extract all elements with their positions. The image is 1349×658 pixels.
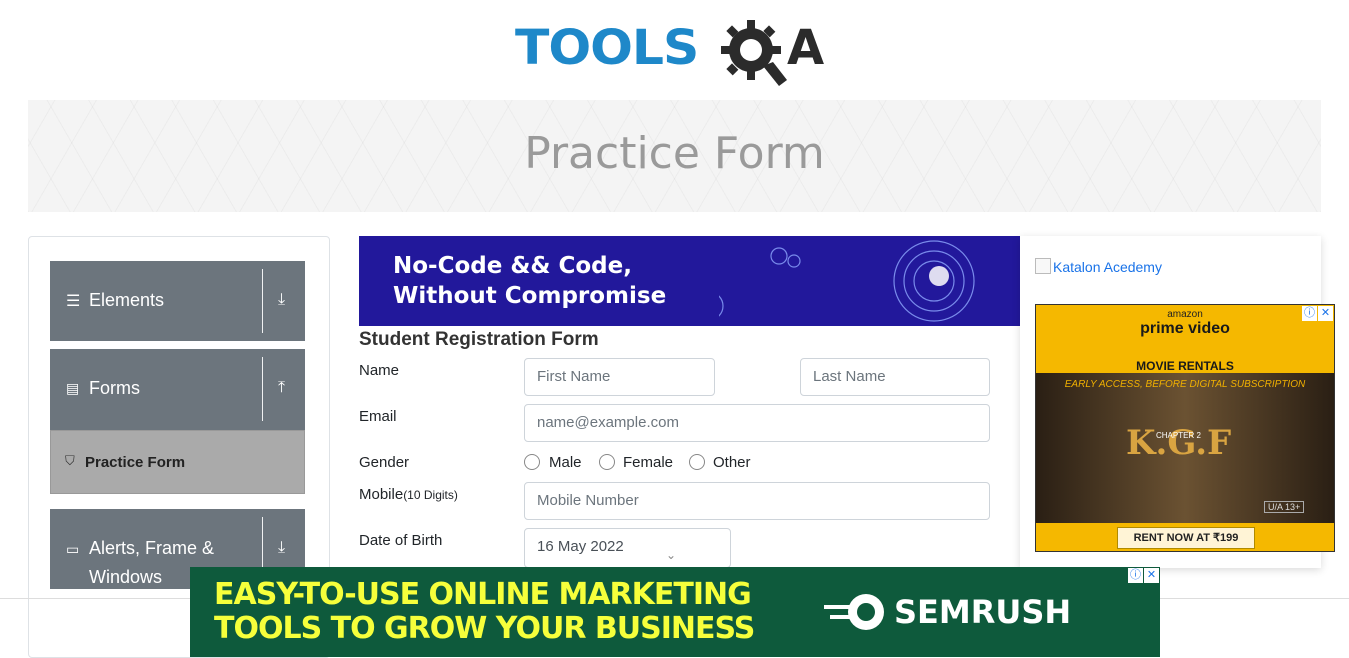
download-arrow-icon[interactable]: ⤓ — [278, 291, 285, 309]
movie-poster: EARLY ACCESS, BEFORE DIGITAL SUBSCRIPTIO… — [1036, 373, 1334, 523]
first-name-input[interactable]: First Name — [524, 358, 715, 396]
ad-close-icon[interactable]: ✕ — [1318, 306, 1333, 321]
page-header-banner: Practice Form — [28, 100, 1321, 212]
prime-video-text: prime video — [1140, 320, 1230, 337]
rating-badge: U/A 13+ — [1264, 501, 1305, 513]
name-label: Name — [359, 362, 400, 379]
logo-tools-text: TOOLS — [515, 20, 699, 76]
ad-info-icon[interactable]: ⓘ — [1128, 568, 1143, 583]
gender-option-label[interactable]: Female — [623, 454, 673, 471]
katalon-academy-link[interactable]: Katalon Acedemy — [1035, 258, 1162, 275]
email-label: Email — [359, 408, 397, 425]
semrush-brand-text: SEMRUSH — [894, 593, 1072, 631]
gender-label: Gender — [359, 454, 410, 471]
divider — [262, 357, 263, 421]
ad-close-icon[interactable]: ✕ — [1144, 568, 1159, 583]
amazon-text: amazon — [1167, 309, 1203, 320]
gear-magnifier-icon — [721, 20, 787, 86]
sidebar-group-label: Elements — [89, 290, 165, 310]
page-title: Practice Form — [524, 128, 825, 179]
divider — [262, 269, 263, 333]
ad-text-line1: EASY-TO-USE ONLINE MARKETING — [214, 577, 752, 612]
broken-image-icon — [1035, 258, 1051, 274]
dob-input[interactable]: 16 May 2022 — [524, 528, 731, 568]
movie-rentals-text: MOVIE RENTALS — [1136, 359, 1234, 373]
html5-icon: ⛉ — [65, 453, 75, 468]
movie-title: K.G.F — [1126, 423, 1232, 463]
gender-option-label[interactable]: Male — [549, 454, 582, 471]
toolsqa-logo[interactable]: TOOLS A — [515, 16, 840, 91]
mobile-hint: (10 Digits) — [403, 488, 458, 502]
ad-headline-line1: No-Code && Code, — [393, 253, 632, 279]
katalon-ad-banner[interactable]: No-Code && Code, Without Compromise — [359, 236, 1020, 326]
mobile-input[interactable]: Mobile Number — [524, 482, 990, 520]
ad-headline-line2: Without Compromise — [393, 283, 667, 309]
chapter-text: CHAPTER 2 — [1156, 431, 1201, 440]
sidebar-item-label: Practice Form — [85, 454, 186, 471]
window-icon: ▭ — [66, 541, 80, 557]
download-arrow-icon[interactable]: ⤓ — [278, 539, 285, 557]
ad-text-line2: TOOLS TO GROW YOUR BUSINESS — [214, 611, 755, 646]
early-access-text: EARLY ACCESS, BEFORE DIGITAL SUBSCRIPTIO… — [1064, 379, 1306, 390]
sidebar-group-label: Forms — [89, 378, 140, 398]
astronaut-illustration-icon — [719, 240, 975, 322]
document-icon: ▤ — [66, 380, 80, 396]
email-input[interactable]: name@example.com — [524, 404, 990, 442]
semrush-ad-banner[interactable]: EASY-TO-USE ONLINE MARKETING TOOLS TO GR… — [190, 567, 1160, 657]
sidebar-group-label: Alerts, Frame & — [89, 538, 215, 558]
prime-video-ad[interactable]: amazon prime video MOVIE RENTALS EARLY A… — [1035, 304, 1335, 552]
chevron-down-icon: ⌄ — [666, 548, 677, 562]
rent-now-button[interactable]: RENT NOW AT ₹199 — [1117, 527, 1255, 549]
last-name-input[interactable]: Last Name — [800, 358, 990, 396]
gender-radio-male[interactable] — [524, 454, 540, 470]
dob-label: Date of Birth — [359, 532, 443, 549]
ad-info-icon[interactable]: ⓘ — [1302, 306, 1317, 321]
dob-value: 16 May 2022 — [537, 538, 624, 555]
upload-arrow-icon[interactable]: ⤒ — [278, 379, 285, 397]
semrush-flame-icon — [824, 594, 884, 630]
hamburger-icon: ☰ — [66, 293, 81, 310]
sidebar-group-forms[interactable]: ▤ Forms ⤒ — [50, 349, 305, 430]
mobile-label-text: Mobile — [359, 486, 404, 503]
sidebar-group-label-line2: Windows — [89, 567, 163, 587]
sidebar-item-practice-form[interactable]: ⛉ Practice Form — [50, 430, 305, 494]
gender-radio-female[interactable] — [599, 454, 615, 470]
mobile-label: Mobile(10 Digits) — [359, 486, 458, 503]
form-title: Student Registration Form — [359, 329, 599, 350]
katalon-link-text: Katalon Acedemy — [1053, 259, 1162, 275]
sidebar-group-elements[interactable]: ☰ Elements ⤓ — [50, 261, 305, 341]
gender-radio-other[interactable] — [689, 454, 705, 470]
gender-option-label[interactable]: Other — [713, 454, 751, 471]
logo-a-text: A — [787, 20, 825, 76]
